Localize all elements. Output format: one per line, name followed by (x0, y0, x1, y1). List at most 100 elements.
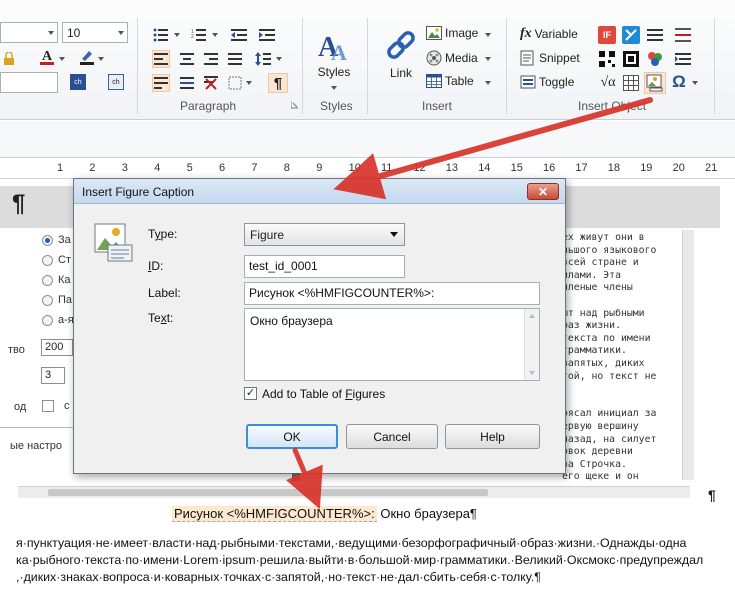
media-icon (426, 50, 442, 66)
radio-option[interactable] (42, 275, 53, 286)
type-select[interactable]: Figure (244, 223, 405, 246)
id-field[interactable]: test_id_0001 (244, 255, 405, 278)
align-center-icon[interactable] (178, 50, 196, 68)
text-field[interactable]: Окно браузера (244, 308, 540, 381)
embedded-field-200[interactable]: 200 (41, 339, 73, 356)
font-color-dropdown-icon[interactable] (59, 57, 65, 61)
ruler-number: 13 (445, 162, 459, 174)
font-color-icon[interactable]: A (38, 48, 56, 66)
help-button[interactable]: Help (445, 424, 540, 449)
insert-image-button[interactable]: Image (426, 26, 478, 40)
keep-together-icon[interactable] (178, 74, 196, 92)
ruler-number: 1 (57, 162, 64, 174)
insert-variable-button[interactable]: fx Variable (520, 26, 578, 42)
insert-table-button[interactable]: Table (426, 74, 474, 88)
insert-toggle-button[interactable]: Toggle (520, 74, 574, 90)
borders-dropdown-icon[interactable] (246, 81, 252, 85)
add-to-table-of-figures-checkbox[interactable]: ✓ (244, 387, 257, 400)
grid-icon[interactable] (622, 74, 640, 92)
highlight-dropdown-icon[interactable] (98, 57, 104, 61)
font-name-box-2[interactable] (0, 72, 58, 93)
image-dropdown-icon[interactable] (485, 33, 491, 37)
styles-dropdown-icon[interactable] (331, 86, 337, 90)
font-size-dropdown-icon[interactable] (118, 31, 124, 35)
dialog-title-bar[interactable]: Insert Figure Caption ✕ (74, 179, 565, 204)
clear-format-icon[interactable] (202, 74, 220, 92)
embedded-checkbox[interactable] (42, 400, 54, 412)
plugin-icon[interactable] (646, 50, 664, 68)
radio-option[interactable] (42, 315, 53, 326)
label-field[interactable]: Рисунок <%HMFIGCOUNTER%>: (244, 282, 540, 305)
horizontal-rule-icon[interactable] (646, 26, 664, 44)
svg-text:2: 2 (191, 34, 194, 40)
paragraph-line: ,·диких·знаках·вопроса·и·коварных·точках… (16, 570, 541, 584)
embedded-field-3[interactable]: 3 (41, 367, 65, 384)
close-button[interactable]: ✕ (527, 183, 559, 200)
caption-field-code[interactable]: Рисунок <%HMFIGCOUNTER%>: (172, 506, 377, 522)
bullet-list-icon[interactable] (152, 26, 170, 44)
ok-button[interactable]: OK (246, 424, 338, 449)
table-dropdown-icon[interactable] (485, 81, 491, 85)
embedded-text-line: оясал инициал за (562, 408, 657, 420)
caption-text: Окно браузера¶ (380, 506, 477, 521)
embedded-text-line: запятых, диких (562, 357, 645, 369)
font-name-dropdown-icon[interactable] (48, 31, 54, 35)
bullet-list-dropdown-icon[interactable] (174, 33, 180, 37)
char-style-icon[interactable]: ch (70, 74, 86, 90)
teal-object-icon[interactable] (622, 26, 640, 44)
figure-caption-line[interactable]: Рисунок <%HMFIGCOUNTER%>: Окно браузера¶ (172, 506, 477, 522)
media-dropdown-icon[interactable] (485, 57, 491, 61)
embedded-vertical-scrollbar[interactable] (682, 230, 694, 480)
justify-icon[interactable] (226, 50, 244, 68)
link-button[interactable]: Link (378, 24, 424, 84)
embedded-horizontal-scrollbar[interactable] (18, 486, 690, 498)
para-style-icon[interactable] (152, 74, 170, 92)
radio-option[interactable] (42, 255, 53, 266)
embedded-text-line: овок деревни (562, 446, 633, 458)
show-marks-icon[interactable]: ¶ (268, 73, 288, 93)
ribbon-separator (367, 18, 368, 114)
barcode-icon[interactable] (622, 50, 640, 68)
body-paragraph[interactable]: я·пунктуация·не·имеет·власти·над·рыбными… (16, 535, 735, 586)
dialog-resize-grip[interactable] (292, 473, 300, 481)
svg-text:A: A (331, 40, 347, 63)
cancel-button[interactable]: Cancel (346, 424, 438, 449)
dialog-title: Insert Figure Caption (82, 185, 195, 199)
paragraph-dialog-launcher-icon[interactable] (290, 100, 300, 110)
equation-icon[interactable]: √α (597, 74, 619, 92)
figure-caption-icon[interactable] (644, 72, 666, 94)
align-left-icon[interactable] (152, 50, 170, 68)
qr-code-icon[interactable] (598, 50, 616, 68)
radio-option[interactable] (42, 295, 53, 306)
borders-icon[interactable] (226, 74, 244, 92)
text-field-scrollbar[interactable] (524, 309, 539, 380)
line-spacing-dropdown-icon[interactable] (276, 57, 282, 61)
group-label-insert-object: Insert Object (578, 99, 647, 113)
align-right-icon[interactable] (202, 50, 220, 68)
pdf-icon[interactable]: IF (598, 26, 616, 44)
outdent-icon[interactable] (230, 26, 248, 44)
svg-text:A: A (42, 49, 53, 64)
omega-dropdown-icon[interactable] (692, 81, 698, 85)
numbered-list-dropdown-icon[interactable] (212, 33, 218, 37)
ruler-number: 21 (705, 162, 718, 174)
line-spacing-icon[interactable] (254, 50, 272, 68)
sections-icon[interactable] (674, 50, 692, 68)
page-break-icon[interactable] (674, 26, 692, 44)
ruler-number: 4 (154, 162, 161, 174)
styles-button[interactable]: AA Styles (308, 24, 360, 84)
insert-snippet-button[interactable]: Snippet (520, 50, 580, 66)
omega-icon[interactable]: Ω (670, 72, 688, 91)
insert-media-button[interactable]: Media (426, 50, 478, 66)
ruler-number: 20 (672, 162, 685, 174)
embedded-right-text: ех живут они в льшого языкового всей стран… (562, 232, 682, 484)
indent-icon[interactable] (258, 26, 276, 44)
radio-label: За (58, 234, 71, 246)
numbered-list-icon[interactable]: 12 (190, 26, 208, 44)
char-style-2-icon[interactable]: ch (108, 74, 124, 90)
ruler[interactable]: 1 2 3 4 5 6 7 8 9 10 11 12 13 14 15 16 17 18 19 20 21 (0, 157, 735, 179)
lock-icon[interactable] (0, 50, 18, 68)
radio-option[interactable] (42, 235, 53, 246)
highlight-icon[interactable] (78, 48, 96, 66)
scrollbar-thumb[interactable] (48, 489, 488, 496)
